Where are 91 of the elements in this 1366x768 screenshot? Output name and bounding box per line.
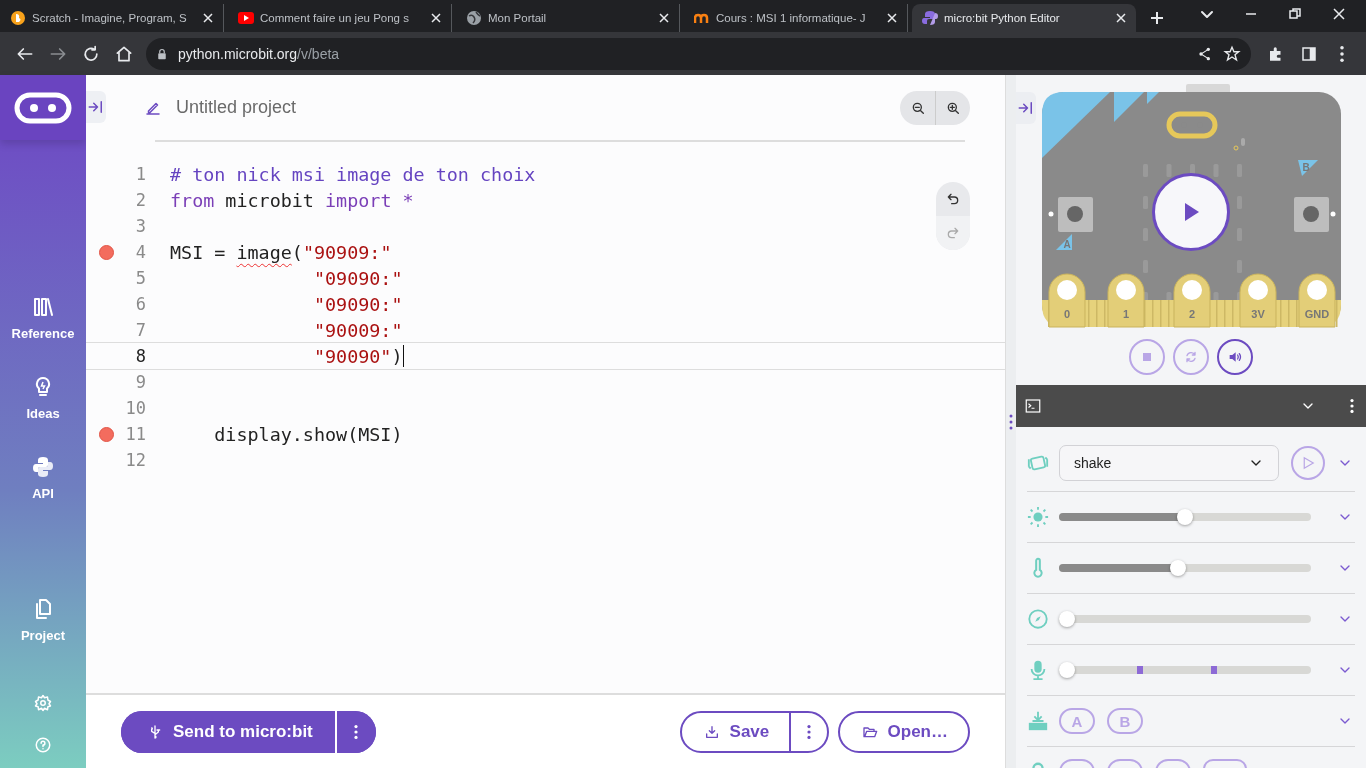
pin-label: 2 (1188, 308, 1196, 320)
more-icon (354, 724, 359, 739)
terminal-icon[interactable] (1024, 397, 1042, 415)
button-press-icon (1027, 710, 1049, 732)
url-text: python.microbit.org/v/beta (178, 45, 340, 62)
slider[interactable] (1059, 611, 1311, 627)
undo-icon (945, 191, 961, 207)
button-label: B (1302, 162, 1310, 173)
slider[interactable] (1059, 509, 1311, 525)
line-number: 1 (134, 164, 146, 184)
tab-title: Comment faire un jeu Pong s (260, 12, 410, 24)
play-logo-icon (238, 10, 254, 26)
tab-title: Cours : MSI 1 informatique- J (716, 12, 867, 24)
cat-logo-icon (10, 10, 26, 26)
refresh-icon (1183, 349, 1199, 365)
slider-thumb[interactable] (1059, 611, 1075, 627)
gesture-dropdown[interactable]: shake (1059, 445, 1279, 481)
more-icon[interactable] (1339, 45, 1344, 62)
sidebar-tab[interactable]: API (0, 455, 86, 535)
slider[interactable] (1059, 662, 1311, 678)
globe-icon (466, 10, 482, 26)
sound-button[interactable] (1217, 339, 1253, 375)
close-icon[interactable] (657, 11, 671, 25)
close-icon[interactable] (429, 11, 443, 25)
code-line: "09090:" (312, 267, 403, 289)
code-line: from microbit import * (170, 189, 414, 211)
pin-label: 0 (1063, 308, 1071, 320)
side-panel-icon[interactable] (1299, 44, 1318, 63)
line-number: 11 (124, 424, 146, 444)
slider-thumb[interactable] (1177, 509, 1193, 525)
slider[interactable] (1059, 560, 1311, 576)
line-number: 5 (134, 268, 146, 288)
close-icon[interactable] (1332, 7, 1346, 21)
line-number: 4 (134, 242, 146, 262)
button-label: A (1063, 239, 1071, 250)
code-line: "09090:" (312, 293, 403, 315)
python-logo-icon (922, 10, 938, 26)
open-button[interactable]: Open… (839, 712, 968, 751)
play-icon (1183, 202, 1199, 222)
share-icon[interactable] (1197, 45, 1213, 62)
browser-tab[interactable]: micro:bit Python Editor (912, 4, 1136, 32)
code-line: "90009:" (312, 319, 403, 341)
line-number: 8 (134, 346, 146, 366)
address-bar[interactable]: python.microbit.org/v/beta (146, 37, 1251, 70)
line-number: 9 (134, 372, 146, 392)
tab-title: micro:bit Python Editor (944, 12, 1061, 24)
close-icon[interactable] (885, 11, 899, 25)
code-line: display.show(MSI) (213, 423, 403, 445)
line-number: 6 (134, 294, 146, 314)
restore-icon[interactable] (1288, 7, 1302, 21)
code-line: MSI = image("90909:" (170, 241, 392, 263)
star-icon[interactable] (1223, 44, 1241, 63)
python-logo-icon (31, 455, 55, 479)
tab-title: Mon Portail (488, 12, 548, 24)
more-icon[interactable] (1350, 399, 1354, 413)
sun-icon (1027, 506, 1049, 528)
threshold-marker[interactable] (1137, 666, 1144, 674)
slider-thumb[interactable] (1169, 560, 1186, 576)
more-icon (806, 724, 811, 739)
download-icon (703, 723, 720, 740)
collapse-panel-icon[interactable] (87, 98, 105, 116)
pin-label: GND (1304, 308, 1330, 320)
threshold-marker[interactable] (1211, 666, 1218, 674)
sidebar-tab[interactable]: Reference (0, 295, 86, 375)
speaker-icon (1227, 349, 1243, 365)
line-number: 7 (134, 320, 146, 340)
close-icon[interactable] (201, 11, 215, 25)
resize-handle-icon[interactable] (1009, 413, 1013, 430)
breakpoint-dot[interactable] (98, 244, 114, 260)
pin-label: 1 (1122, 308, 1130, 320)
text-cursor (402, 345, 405, 367)
lock-icon (156, 47, 168, 60)
micro-bit-logo-icon[interactable] (14, 91, 72, 124)
code-line: # ton nick msi image de ton choix (170, 163, 536, 185)
line-number: 10 (124, 398, 146, 418)
redo-icon (945, 225, 961, 241)
books-icon (31, 295, 55, 319)
breakpoint-dot[interactable] (98, 426, 114, 442)
line-number: 3 (134, 216, 146, 236)
tab-title: Scratch - Imagine, Program, S (32, 12, 188, 24)
close-icon[interactable] (1114, 11, 1128, 25)
sidebar-tab[interactable]: Ideas (0, 375, 86, 455)
project-name[interactable]: Untitled project (176, 97, 297, 118)
compass-icon (1027, 608, 1049, 630)
slider-thumb[interactable] (1059, 662, 1075, 678)
new-tab-icon[interactable] (1148, 10, 1165, 26)
collapse-panel-icon[interactable] (1017, 99, 1035, 117)
line-number: 12 (124, 450, 146, 470)
pin-label: 3V (1251, 308, 1265, 320)
code-line: "90090") (312, 345, 403, 367)
line-number: 2 (134, 190, 146, 210)
